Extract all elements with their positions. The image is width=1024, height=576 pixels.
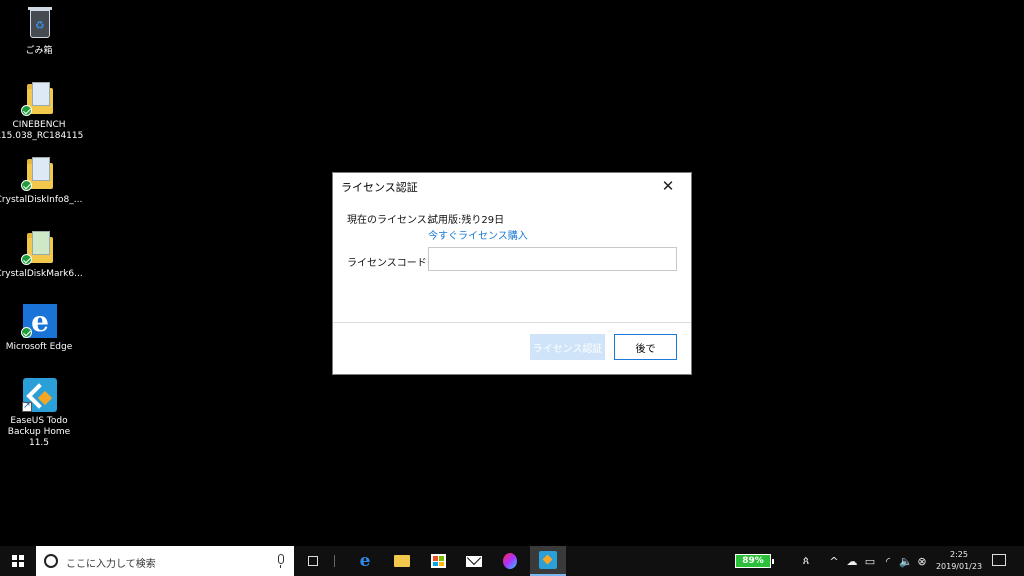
volume-icon[interactable]: 🔈 [898,546,914,576]
divider [333,322,691,323]
people-icon[interactable]: ጰ [798,546,814,576]
taskbar-app-easeus-todo[interactable] [530,546,566,576]
taskbar-app-edge[interactable]: e [347,546,383,576]
taskbar: ここに入力して検索 e 89% ጰ ^ ☁ ▭ ◜ 🔈 ⊗ 2:25 2019/… [0,546,1024,576]
cortana-icon [44,554,58,568]
mail-icon [466,555,482,567]
taskbar-app-store[interactable] [420,546,456,576]
sync-check-icon [21,180,32,191]
desktop-icon-crystaldiskmark[interactable]: CrystalDiskMark6... [0,229,83,280]
easeus-todo-icon [21,376,57,412]
taskbar-clock[interactable]: 2:25 2019/01/23 [928,549,990,573]
chevron-up-icon[interactable]: ^ [826,546,842,576]
taskbar-app-mail[interactable] [456,546,492,576]
desktop-icon-label: CINEBENCH R15.038_RC184115 [0,120,84,141]
microphone-icon[interactable] [278,554,284,568]
recycle-bin-icon: ♻ [21,6,57,42]
taskbar-app-file-explorer[interactable] [384,546,420,576]
license-auth-button[interactable]: ライセンス認証 [530,334,605,360]
desktop-icon-cinebench[interactable]: CINEBENCH R15.038_RC184115 [0,80,83,142]
folder-icon [21,80,57,116]
edge-icon: e [359,551,371,571]
dialog-title: ライセンス認証 [341,181,418,194]
windows-logo-icon [12,555,24,567]
network-icon[interactable]: ◜ [880,546,896,576]
notification-center-icon[interactable] [992,554,1006,566]
paint3d-icon [503,553,517,569]
battery-icon[interactable]: ▭ [862,546,878,576]
desktop-icon-label: EaseUS Todo Backup Home 11.5 [7,416,71,448]
taskbar-search-box[interactable]: ここに入力して検索 [36,546,294,576]
desktop-icon-label: CrystalDiskInfo8_... [0,195,83,205]
easeus-todo-icon [539,551,557,569]
search-placeholder: ここに入力して検索 [66,559,156,570]
desktop-icon-label: ごみ箱 [25,46,53,56]
license-dialog: ライセンス認証 ✕ 現在のライセンス: 試用版:残り29日 今すぐライセンス購入… [332,172,692,375]
license-code-input[interactable] [428,247,677,271]
onedrive-icon[interactable]: ☁ [844,546,860,576]
buy-license-link[interactable]: 今すぐライセンス購入 [428,227,528,242]
battery-indicator[interactable]: 89% [735,554,774,568]
task-view-button[interactable] [300,546,326,576]
desktop-icon-recycle-bin[interactable]: ♻ ごみ箱 [0,6,78,57]
folder-icon [21,155,57,191]
clock-date: 2019/01/23 [935,562,983,571]
edge-icon: e [21,302,57,338]
close-icon[interactable]: ✕ [645,173,691,199]
sync-check-icon [21,105,32,116]
folder-icon [21,229,57,265]
current-license-value: 試用版:残り29日 [428,215,505,226]
later-button[interactable]: 後で [614,334,677,360]
desktop-icon-label: Microsoft Edge [5,342,73,352]
desktop-icon-crystaldiskinfo[interactable]: CrystalDiskInfo8_... [0,155,82,206]
folder-icon [394,555,410,567]
start-button[interactable] [0,546,36,576]
taskbar-separator [334,555,335,567]
clock-time: 2:25 [950,550,968,559]
sync-check-icon [21,327,32,338]
store-icon [430,554,446,568]
desktop-icon-microsoft-edge[interactable]: e Microsoft Edge [0,302,78,353]
desktop-icon-label: CrystalDiskMark6... [0,269,83,279]
current-license-label: 現在のライセンス: [347,215,431,226]
license-code-label: ライセンスコード: [347,258,431,269]
sync-check-icon [21,254,32,265]
desktop-icon-easeus-todo[interactable]: EaseUS Todo Backup Home 11.5 [0,376,78,449]
task-view-icon [308,556,318,566]
taskbar-app-paint3d[interactable] [492,546,528,576]
shortcut-arrow-icon [22,401,32,412]
